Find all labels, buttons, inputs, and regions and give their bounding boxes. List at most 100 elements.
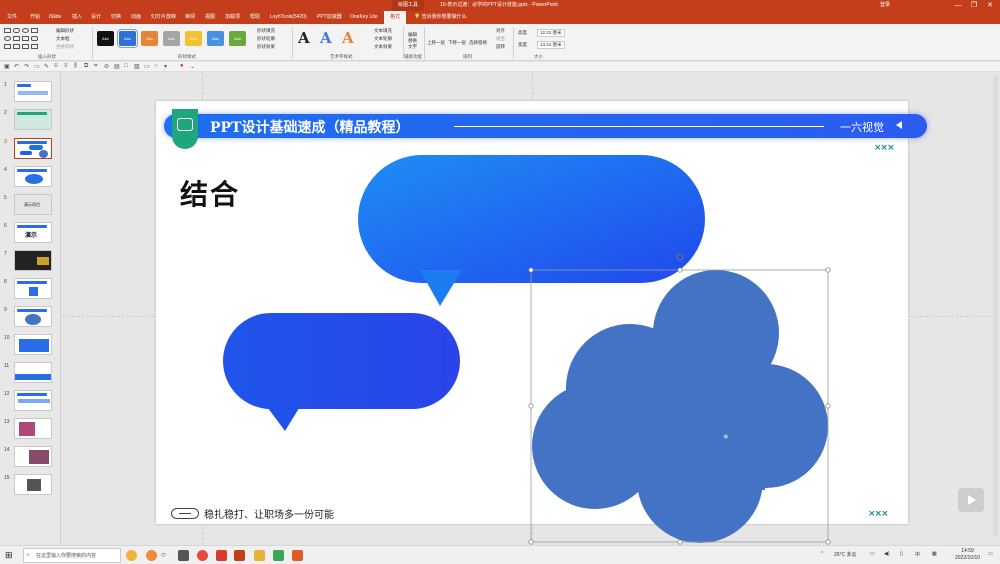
selection-pane-button[interactable]: 选择窗格 <box>469 40 487 46</box>
height-input[interactable]: 12.22 厘米 <box>537 29 565 37</box>
slide-thumbnail[interactable] <box>14 334 52 355</box>
text-effects-button[interactable]: 文本效果 <box>374 44 392 50</box>
tab-view[interactable]: 视图 <box>205 11 215 24</box>
circle-shape-icon[interactable] <box>4 36 11 41</box>
task-view-icon[interactable]: ○ <box>161 550 166 559</box>
picture-icon[interactable]: ▨ <box>134 63 140 70</box>
save-icon[interactable]: ▣ <box>4 63 10 70</box>
weather-text[interactable]: 26°C 多云 <box>834 551 857 558</box>
bring-forward-button[interactable]: 上移一层 <box>427 40 445 46</box>
slide-thumbnail[interactable]: 演示 <box>14 222 52 243</box>
arrow-shape-icon[interactable] <box>13 36 20 41</box>
wordart-style-orange[interactable]: A <box>342 29 354 47</box>
tab-lvyhtools[interactable]: LvyhTools(5420) <box>270 11 307 24</box>
shape-style-swatch[interactable]: Abc <box>185 31 202 46</box>
slide-thumbnail[interactable]: 演示项目 <box>14 194 52 215</box>
title-banner[interactable]: PPT设计基础速成（精品教程） 一六视觉 <box>164 114 927 138</box>
width-input[interactable]: 13.34 厘米 <box>537 41 565 49</box>
group-button[interactable]: 组合 <box>496 36 505 42</box>
tab-help[interactable]: 帮助 <box>250 11 260 24</box>
slide-thumbnail[interactable] <box>14 278 52 299</box>
app-icon[interactable] <box>292 550 303 561</box>
tab-home[interactable]: 开始 <box>30 11 40 24</box>
oval-shape-icon[interactable] <box>22 28 29 33</box>
tab-insert[interactable]: 插入 <box>72 11 82 24</box>
shape-style-swatch[interactable]: Abc <box>97 31 114 46</box>
slide-thumbnail[interactable] <box>14 446 52 467</box>
rotate-button[interactable]: 旋转 <box>496 44 505 50</box>
distribute-icon[interactable]: ⫼ <box>74 63 77 70</box>
wordart-style-blue[interactable]: A <box>320 29 332 47</box>
alt-text-button[interactable]: 编辑替换文字 <box>408 32 420 50</box>
shape-style-swatch[interactable]: Abc <box>207 31 224 46</box>
chrome-icon[interactable] <box>197 550 208 561</box>
tab-file[interactable]: 文件 <box>7 11 17 24</box>
powerpoint-icon[interactable] <box>234 550 245 561</box>
vertical-scrollbar[interactable] <box>993 76 998 536</box>
footer-text[interactable]: 稳扎稳打、让职场多一份可能 <box>204 506 334 521</box>
text-box-button[interactable]: 文本框 <box>56 36 70 42</box>
text-fill-button[interactable]: 文本填充 <box>374 28 392 34</box>
notification-icon[interactable]: ▭ <box>988 551 993 557</box>
rectangle-shape-icon[interactable] <box>4 28 11 33</box>
tab-slideshow[interactable]: 幻灯片放映 <box>151 11 176 24</box>
edit-shape-button[interactable]: 编辑形状 <box>56 28 74 34</box>
group-objects-icon[interactable]: ⧉ <box>84 63 88 70</box>
more-commands-icon[interactable]: ▾ <box>164 63 167 70</box>
rectangle-icon[interactable]: ▭ <box>144 63 150 70</box>
slide-thumbnail[interactable] <box>14 250 52 271</box>
minimize-button[interactable]: — <box>952 0 964 11</box>
text-outline-button[interactable]: 文本轮廓 <box>374 36 392 42</box>
tab-animations[interactable]: 动画 <box>131 11 141 24</box>
tab-transitions[interactable]: 切换 <box>111 11 121 24</box>
redo-icon[interactable]: ↷ <box>24 63 29 70</box>
tab-review[interactable]: 审阅 <box>185 11 195 24</box>
sign-in-link[interactable]: 登录 <box>880 0 890 11</box>
record-icon[interactable]: ● <box>180 63 184 69</box>
tell-me-box[interactable]: 💡 告诉我你想要做什么 <box>414 11 467 24</box>
app-icon[interactable] <box>273 550 284 561</box>
shape-outline-icon[interactable]: □ <box>124 63 128 69</box>
file-explorer-icon[interactable] <box>254 550 265 561</box>
play-video-button[interactable] <box>958 488 984 512</box>
tab-ppt-accelerator[interactable]: PPT加速器 <box>317 11 342 24</box>
network-icon[interactable]: ▭ <box>870 551 875 557</box>
shape-style-swatch[interactable]: Abc <box>163 31 180 46</box>
freeform-shape-icon[interactable] <box>22 44 29 49</box>
tab-format[interactable]: 格式 <box>384 11 407 24</box>
line-shape-icon[interactable] <box>4 44 11 49</box>
shape-effects-button[interactable]: 形状效果 <box>257 44 275 50</box>
merge-shapes-button[interactable]: 合并形状 <box>56 44 74 50</box>
tab-islide[interactable]: iSlide <box>49 11 61 24</box>
callout-shape-icon[interactable] <box>31 36 38 41</box>
align-button[interactable]: 对齐 <box>496 28 505 34</box>
send-backward-button[interactable]: 下移一层 <box>448 40 466 46</box>
slide-thumbnail[interactable] <box>14 390 52 411</box>
ime-icon[interactable]: ▦ <box>932 551 937 557</box>
tab-addins[interactable]: 加载项 <box>225 11 240 24</box>
app-icon[interactable] <box>178 550 189 561</box>
tab-design[interactable]: 设计 <box>91 11 101 24</box>
slide-thumbnail[interactable] <box>14 306 52 327</box>
more-shapes-icon[interactable] <box>31 44 38 49</box>
triangle-shape-icon[interactable] <box>31 28 38 33</box>
shape-style-swatch[interactable]: Abc <box>141 31 158 46</box>
align-left-icon[interactable]: ≡ <box>54 63 58 69</box>
shape-style-swatch[interactable]: Abc <box>229 31 246 46</box>
slide-heading[interactable]: 结合 <box>180 173 240 213</box>
office-icon[interactable] <box>216 550 227 561</box>
volume-icon[interactable]: ◀) <box>884 551 890 557</box>
slide-thumbnail[interactable] <box>14 418 52 439</box>
restore-button[interactable]: ❐ <box>968 0 980 11</box>
tray-expand-icon[interactable]: ⌃ <box>820 551 824 557</box>
taskbar-search[interactable]: ⌕ 在这里输入你要搜索的内容 <box>23 548 121 563</box>
rounded-rect-shape-icon[interactable] <box>13 28 20 33</box>
curve-shape-icon[interactable] <box>13 44 20 49</box>
star-shape-icon[interactable] <box>22 36 29 41</box>
windows-start-icon[interactable]: ⊞ <box>5 550 13 561</box>
slide-thumbnail[interactable] <box>14 166 52 187</box>
oval-icon[interactable]: ○ <box>154 63 158 69</box>
slide-thumbnail[interactable] <box>14 81 52 102</box>
shape-outline-button[interactable]: 形状轮廓 <box>257 36 275 42</box>
format-painter-icon[interactable]: ✎ <box>44 63 49 70</box>
